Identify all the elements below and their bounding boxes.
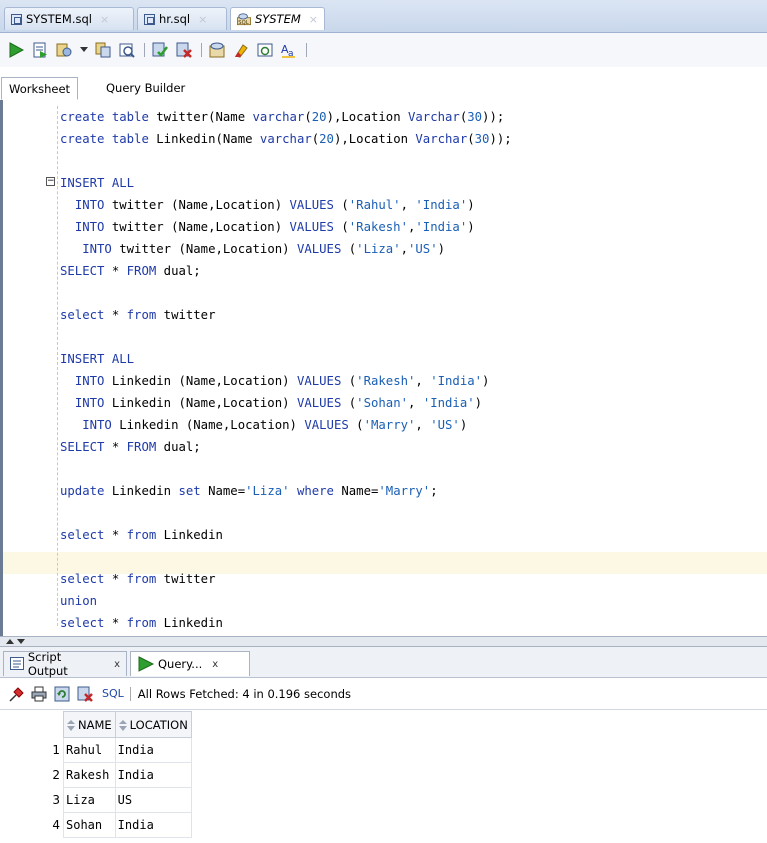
toolbar-separator bbox=[144, 43, 145, 57]
refresh-icon[interactable] bbox=[54, 686, 70, 702]
row-number: 4 bbox=[52, 818, 60, 832]
sql-editor[interactable]: − create table twitter(Name varchar(20),… bbox=[0, 100, 767, 636]
sql-link[interactable]: SQL bbox=[102, 687, 124, 700]
tab-query-result[interactable]: Query... x bbox=[130, 651, 250, 676]
toolbar-separator bbox=[201, 43, 202, 57]
tab-label: Query... bbox=[158, 657, 203, 671]
pane-splitter[interactable] bbox=[0, 636, 767, 647]
column-header-location[interactable]: LOCATION bbox=[114, 711, 192, 738]
close-icon[interactable]: × bbox=[309, 13, 318, 26]
code-line[interactable]: INTO twitter (Name,Location) VALUES ('Ra… bbox=[60, 216, 475, 238]
code-line[interactable]: INTO Linkedin (Name,Location) VALUES ('M… bbox=[60, 414, 467, 436]
sql-tuning-icon[interactable] bbox=[119, 42, 135, 58]
rollback-icon[interactable] bbox=[176, 42, 192, 58]
sort-icon[interactable] bbox=[118, 719, 127, 731]
cell-location[interactable]: India bbox=[114, 737, 192, 763]
run-query-icon bbox=[138, 656, 155, 672]
row-number-header bbox=[5, 711, 64, 738]
sort-icon[interactable] bbox=[67, 719, 75, 731]
cell-name[interactable]: Sohan bbox=[63, 812, 116, 838]
sql-file-icon bbox=[144, 13, 155, 25]
tab-label: hr.sql bbox=[159, 12, 191, 26]
tab-worksheet[interactable]: Worksheet bbox=[1, 77, 79, 100]
cell-name[interactable]: Rakesh bbox=[63, 762, 116, 788]
row-number: 3 bbox=[52, 793, 60, 807]
column-label: NAME bbox=[78, 717, 112, 732]
code-line[interactable]: INTO twitter (Name,Location) VALUES ('Li… bbox=[60, 238, 445, 260]
code-line[interactable]: select * from Linkedin bbox=[60, 524, 223, 546]
cancel-query-icon[interactable] bbox=[77, 686, 93, 702]
cell-location[interactable]: US bbox=[114, 787, 192, 813]
script-output-icon bbox=[10, 657, 24, 670]
code-line[interactable]: SELECT * FROM dual; bbox=[60, 436, 201, 458]
code-line[interactable]: INTO twitter (Name,Location) VALUES ('Ra… bbox=[60, 194, 475, 216]
close-icon[interactable]: × bbox=[100, 13, 109, 26]
fetch-status: All Rows Fetched: 4 in 0.196 seconds bbox=[129, 686, 351, 701]
close-icon[interactable]: x bbox=[114, 659, 120, 670]
code-line[interactable]: update Linkedin set Name='Liza' where Na… bbox=[60, 480, 438, 502]
print-icon[interactable] bbox=[31, 686, 47, 702]
code-line[interactable]: select * from twitter bbox=[60, 304, 216, 326]
code-line[interactable]: select * from twitter bbox=[60, 568, 216, 590]
tab-script-output[interactable]: Script Output x bbox=[3, 650, 127, 678]
results-toolbar: SQL All Rows Fetched: 4 in 0.196 seconds bbox=[0, 678, 767, 710]
tab-hr-sql[interactable]: hr.sql × bbox=[137, 7, 227, 30]
run-statement-icon[interactable] bbox=[8, 42, 24, 58]
tab-label: Script Output bbox=[27, 650, 68, 678]
worksheet-tab-bar: Worksheet Query Builder bbox=[0, 77, 767, 101]
row-number: 2 bbox=[52, 768, 60, 782]
tab-system-connection[interactable]: SQL SYSTEM × bbox=[230, 7, 325, 30]
code-line[interactable]: select * from Linkedin bbox=[60, 612, 223, 634]
tab-query-builder[interactable]: Query Builder bbox=[99, 77, 192, 99]
code-line[interactable]: union bbox=[60, 590, 97, 612]
cell-name[interactable]: Liza bbox=[63, 787, 116, 813]
explain-plan-icon[interactable] bbox=[95, 42, 111, 58]
sql-history-icon[interactable] bbox=[209, 42, 225, 58]
table-row[interactable]: 4 Sohan India bbox=[5, 812, 192, 838]
code-line[interactable]: create table Linkedin(Name varchar(20),L… bbox=[60, 128, 512, 150]
output-tab-bar: Script Output x Query... x bbox=[0, 647, 767, 678]
table-row[interactable]: 1 Rahul India bbox=[5, 737, 192, 763]
sql-file-icon bbox=[11, 13, 22, 25]
results-grid[interactable]: NAME LOCATION 1 Rahul India 2 Rakesh Ind… bbox=[5, 711, 192, 838]
fold-collapse-icon[interactable]: − bbox=[46, 177, 55, 186]
column-label: LOCATION bbox=[129, 717, 188, 732]
code-line[interactable]: INTO Linkedin (Name,Location) VALUES ('R… bbox=[60, 370, 490, 392]
code-line[interactable]: create table twitter(Name varchar(20),Lo… bbox=[60, 106, 504, 128]
tab-label: SYSTEM bbox=[254, 12, 301, 26]
file-tab-bar: SYSTEM.sql × hr.sql × SQL SYSTEM × bbox=[0, 0, 767, 33]
autotrace-icon[interactable] bbox=[56, 42, 72, 58]
table-row[interactable]: 3 Liza US bbox=[5, 787, 192, 813]
code-line[interactable]: SELECT * FROM dual; bbox=[60, 260, 201, 282]
tab-system-sql[interactable]: SYSTEM.sql × bbox=[4, 7, 134, 30]
run-script-icon[interactable] bbox=[32, 42, 48, 58]
cell-name[interactable]: Rahul bbox=[63, 737, 116, 763]
svg-text:SQL: SQL bbox=[238, 20, 248, 26]
code-line[interactable]: INSERT ALL bbox=[60, 348, 134, 370]
cell-location[interactable]: India bbox=[114, 812, 192, 838]
code-line[interactable]: INSERT ALL bbox=[60, 172, 134, 194]
code-line[interactable]: INTO Linkedin (Name,Location) VALUES ('S… bbox=[60, 392, 482, 414]
close-icon[interactable]: x bbox=[212, 659, 218, 670]
tab-label: SYSTEM.sql bbox=[26, 12, 92, 26]
pin-icon[interactable] bbox=[8, 686, 24, 702]
editor-toolbar: Aa bbox=[0, 33, 767, 67]
format-case-icon[interactable]: Aa bbox=[281, 42, 297, 58]
column-header-name[interactable]: NAME bbox=[63, 711, 116, 738]
row-number: 1 bbox=[52, 743, 60, 757]
commit-icon[interactable] bbox=[152, 42, 168, 58]
close-icon[interactable]: × bbox=[198, 13, 207, 26]
splitter-arrows-icon[interactable] bbox=[4, 637, 28, 646]
cell-location[interactable]: India bbox=[114, 762, 192, 788]
chevron-down-icon[interactable] bbox=[80, 42, 88, 58]
sql-connection-icon: SQL bbox=[237, 13, 251, 26]
table-row[interactable]: 2 Rakesh India bbox=[5, 762, 192, 788]
fold-guide bbox=[57, 106, 58, 626]
toolbar-separator bbox=[306, 43, 307, 57]
clear-eraser-icon[interactable] bbox=[233, 42, 249, 58]
tab-query-icon[interactable] bbox=[257, 42, 273, 58]
